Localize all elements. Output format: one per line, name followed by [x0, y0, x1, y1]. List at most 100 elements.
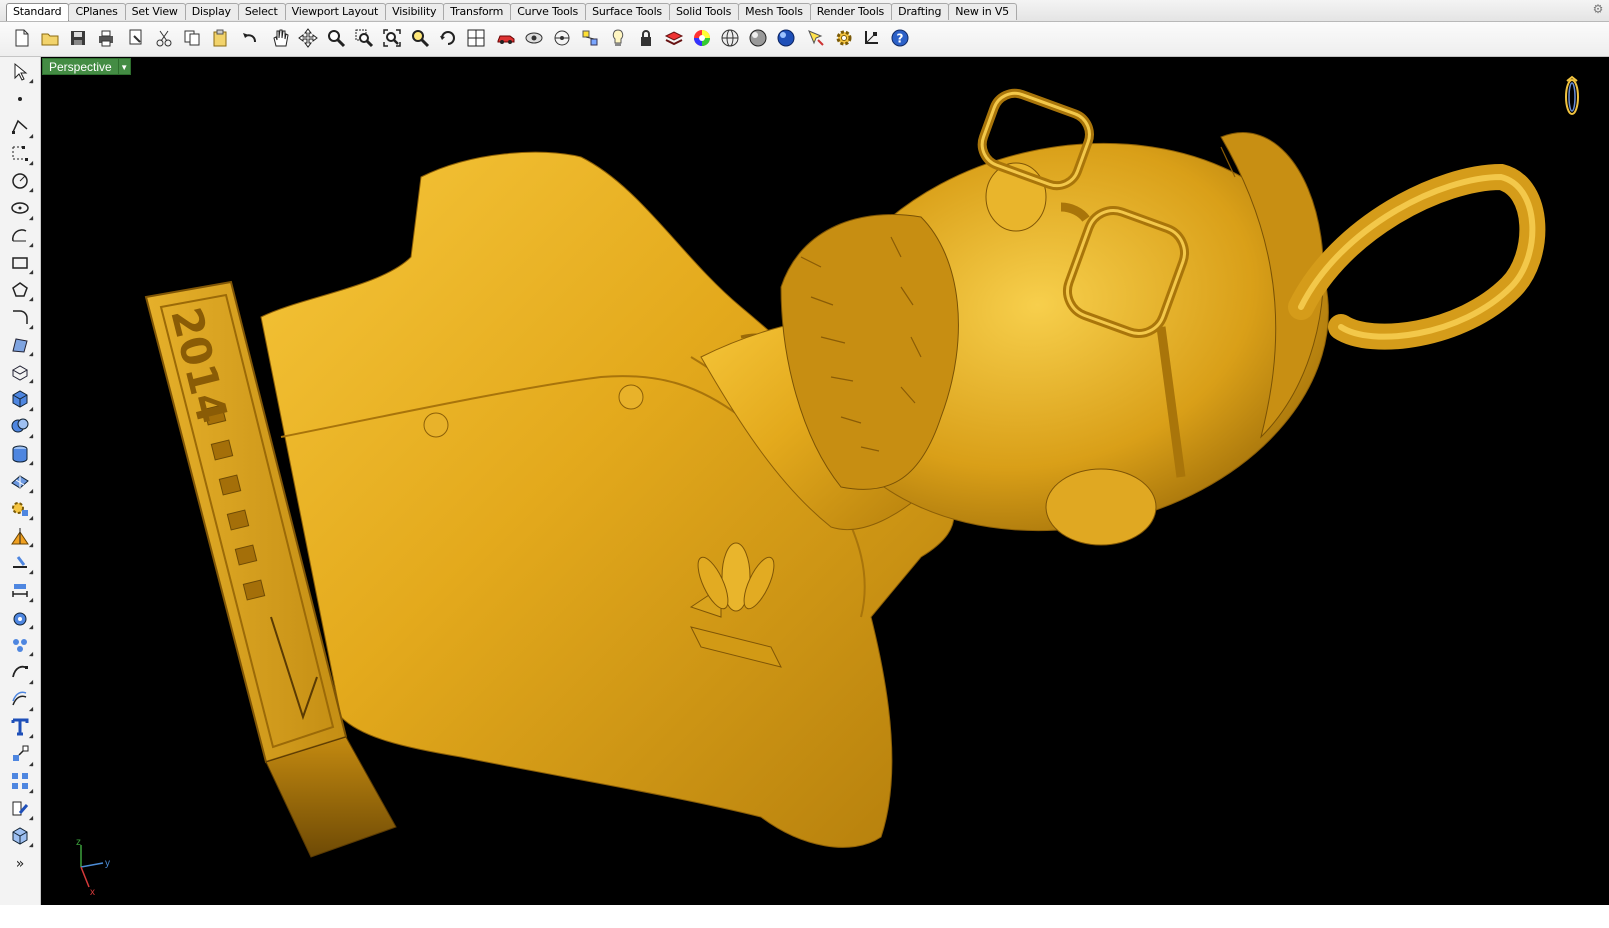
tool-point[interactable]: [8, 88, 32, 112]
undo-button[interactable]: [238, 26, 262, 52]
tab-standard[interactable]: Standard: [6, 3, 70, 21]
standard-toolbar: ?: [0, 22, 1609, 57]
tool-transform-gear[interactable]: [8, 498, 32, 522]
tab-render-tools[interactable]: Render Tools: [809, 3, 893, 20]
move-view-button[interactable]: [296, 26, 320, 52]
tool-ellipse[interactable]: [8, 198, 32, 222]
tool-extrude-surface[interactable]: [8, 361, 32, 385]
tab-display[interactable]: Display: [184, 3, 239, 20]
tool-render-box[interactable]: [8, 825, 32, 849]
tool-explode[interactable]: [8, 744, 32, 768]
zoom-window-icon: [354, 28, 374, 51]
tab-cplanes[interactable]: CPlanes: [68, 3, 126, 20]
tab-settings-icon[interactable]: ⚙: [1591, 2, 1605, 16]
paste-button[interactable]: [208, 26, 232, 52]
zoom-button[interactable]: [324, 26, 348, 52]
tool-polyline[interactable]: [8, 116, 32, 140]
perspective-viewport[interactable]: Perspective ▼ 2014 z y x: [41, 57, 1609, 905]
open-button[interactable]: [38, 26, 62, 52]
help-button[interactable]: ?: [888, 26, 912, 52]
tool-polygon[interactable]: [8, 279, 32, 303]
solid-edit-icon: [10, 608, 30, 631]
tool-split[interactable]: [8, 525, 32, 549]
import-button[interactable]: [124, 26, 148, 52]
render-sphere-button[interactable]: [774, 26, 798, 52]
status-strip: [0, 905, 1609, 928]
save-button[interactable]: [66, 26, 90, 52]
gumball-button[interactable]: [860, 26, 884, 52]
zoom-extents-button[interactable]: [380, 26, 404, 52]
tool-text[interactable]: [8, 716, 32, 740]
axis-y-label: y: [105, 858, 110, 869]
offset-icon: [10, 689, 30, 712]
tab-mesh-tools[interactable]: Mesh Tools: [738, 3, 811, 20]
tab-visibility[interactable]: Visibility: [385, 3, 445, 20]
pan-hand-icon: [270, 28, 290, 51]
tool-solid-edit[interactable]: [8, 607, 32, 631]
tab-transform[interactable]: Transform: [443, 3, 512, 20]
tab-surface-tools[interactable]: Surface Tools: [585, 3, 670, 20]
text-icon: [10, 717, 30, 740]
tool-curve[interactable]: [8, 143, 32, 167]
dimension-icon: [10, 580, 30, 603]
new-button[interactable]: [10, 26, 34, 52]
tool-boolean[interactable]: [8, 416, 32, 440]
tool-trim[interactable]: [8, 552, 32, 576]
tool-fillet-curve[interactable]: [8, 307, 32, 331]
tool-arc[interactable]: [8, 225, 32, 249]
array-icon: [10, 771, 30, 794]
cplane-button[interactable]: [550, 26, 574, 52]
axis-z-label: z: [76, 837, 81, 848]
print-button[interactable]: [94, 26, 118, 52]
tab-viewport-layout[interactable]: Viewport Layout: [284, 3, 387, 20]
rotate-view-button[interactable]: [436, 26, 460, 52]
cplane-icon: [552, 28, 572, 51]
mesh-eye-button[interactable]: [522, 26, 546, 52]
tool-dimension[interactable]: [8, 580, 32, 604]
point-icon: [10, 89, 30, 112]
car-button[interactable]: [494, 26, 518, 52]
tool-mesh-plane[interactable]: [8, 471, 32, 495]
tab-select[interactable]: Select: [237, 3, 286, 20]
four-viewports-button[interactable]: [464, 26, 488, 52]
tool-group[interactable]: [8, 634, 32, 658]
wire-sphere-button[interactable]: [718, 26, 742, 52]
surface-corner-icon: [10, 335, 30, 358]
tab-drafting[interactable]: Drafting: [891, 3, 950, 20]
tool-analyze[interactable]: [8, 798, 32, 822]
tool-rectangle[interactable]: [8, 252, 32, 276]
cut-button[interactable]: [152, 26, 176, 52]
tool-more[interactable]: »: [8, 853, 32, 877]
pan-hand-button[interactable]: [268, 26, 292, 52]
explode-icon: [10, 744, 30, 767]
zoom-window-button[interactable]: [352, 26, 376, 52]
tool-circle[interactable]: [8, 170, 32, 194]
light-button[interactable]: [606, 26, 630, 52]
gold-bust-model[interactable]: 2014: [41, 57, 1609, 905]
tool-surface-corner[interactable]: [8, 334, 32, 358]
tool-curve-from-object[interactable]: [8, 662, 32, 686]
tab-solid-tools[interactable]: Solid Tools: [668, 3, 740, 20]
points-button[interactable]: [578, 26, 602, 52]
tab-curve-tools[interactable]: Curve Tools: [510, 3, 587, 20]
tool-array[interactable]: [8, 771, 32, 795]
tool-cylinder-tool[interactable]: [8, 443, 32, 467]
lock-button[interactable]: [634, 26, 658, 52]
left-toolbar: »: [0, 57, 41, 928]
options-gear-button[interactable]: [832, 26, 856, 52]
copy-button[interactable]: [180, 26, 204, 52]
layer-button[interactable]: [662, 26, 686, 52]
tool-box-solid[interactable]: [8, 389, 32, 413]
four-viewports-icon: [466, 28, 486, 51]
color-wheel-button[interactable]: [690, 26, 714, 52]
axis-x-label: x: [90, 887, 95, 897]
tab-new-in-v5[interactable]: New in V5: [948, 3, 1017, 20]
tool-offset[interactable]: [8, 689, 32, 713]
more-icon: »: [10, 853, 30, 876]
tab-set-view[interactable]: Set View: [124, 3, 186, 20]
select-filter-button[interactable]: [804, 26, 828, 52]
light-icon: [608, 28, 628, 51]
zoom-selected-button[interactable]: [408, 26, 432, 52]
shaded-sphere-button[interactable]: [746, 26, 770, 52]
tool-select-arrow[interactable]: [8, 61, 32, 85]
